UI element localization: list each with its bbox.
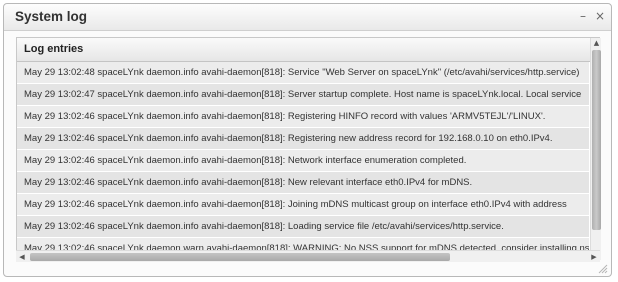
window-titlebar[interactable]: System log – × (4, 4, 611, 31)
log-entry-row[interactable]: May 29 13:02:46 spaceLYnk daemon.info av… (17, 172, 589, 194)
log-entry-row[interactable]: May 29 13:02:48 spaceLYnk daemon.info av… (17, 62, 589, 84)
close-icon[interactable]: × (593, 8, 607, 24)
log-entry-row[interactable]: May 29 13:02:46 spaceLYnk daemon.info av… (17, 216, 589, 238)
log-entry-row[interactable]: May 29 13:02:46 spaceLYnk daemon.info av… (17, 128, 589, 150)
log-rows: May 29 13:02:48 spaceLYnk daemon.info av… (17, 62, 589, 261)
log-entries-header-label: Log entries (24, 43, 84, 55)
vertical-scrollbar[interactable]: ▲ ▼ (590, 38, 601, 260)
minimize-icon[interactable]: – (576, 8, 590, 24)
log-entry-row[interactable]: May 29 13:02:47 spaceLYnk daemon.info av… (17, 84, 589, 106)
horizontal-scrollbar[interactable]: ◀ ▶ (16, 250, 600, 262)
log-entry-row[interactable]: May 29 13:02:46 spaceLYnk daemon.info av… (17, 150, 589, 172)
scroll-up-icon[interactable]: ▲ (591, 38, 602, 49)
log-entries-header[interactable]: Log entries (17, 38, 599, 62)
window-title: System log (15, 9, 88, 24)
system-log-window: System log – × Log entries May 29 13:02:… (3, 3, 612, 277)
resize-grip-icon[interactable] (596, 262, 608, 274)
log-entry-row[interactable]: May 29 13:02:46 spaceLYnk daemon.info av… (17, 194, 589, 216)
vertical-scroll-thumb[interactable] (592, 50, 601, 230)
log-entry-row[interactable]: May 29 13:02:46 spaceLYnk daemon.info av… (17, 106, 589, 128)
horizontal-scroll-thumb[interactable] (30, 253, 450, 261)
log-entries-grid: Log entries May 29 13:02:48 spaceLYnk da… (16, 37, 600, 262)
scroll-left-icon[interactable]: ◀ (16, 251, 28, 263)
